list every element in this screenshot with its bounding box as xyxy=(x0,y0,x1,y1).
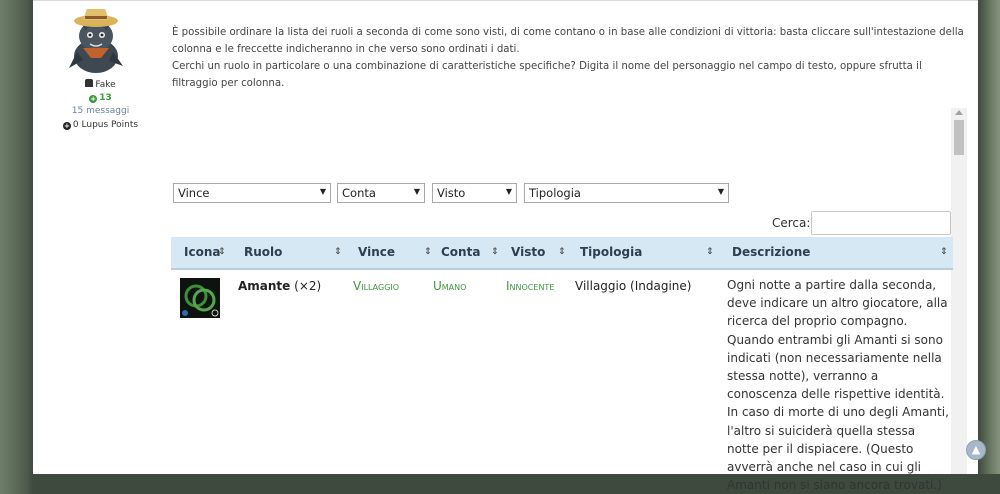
user-profile: Fake +13 15 messaggi +0 Lupus Points xyxy=(33,0,168,474)
column-header-icona[interactable]: Icona xyxy=(184,237,220,268)
intro-paragraph-2: Cerchi un ruolo in particolare o una com… xyxy=(172,61,922,89)
role-name-cell: Amante (×2) xyxy=(238,278,321,295)
sort-icon[interactable]: ⇕ xyxy=(424,237,432,268)
sort-icon[interactable]: ⇕ xyxy=(706,237,714,268)
sort-icon[interactable]: ⇕ xyxy=(558,237,566,268)
caret-down-icon: ▼ xyxy=(717,187,724,196)
column-header-tipologia[interactable]: Tipologia xyxy=(580,237,642,268)
filter-conta-value: Conta xyxy=(342,186,376,200)
table-scrollbar[interactable] xyxy=(951,108,967,474)
visto-cell: Innocente xyxy=(506,279,555,293)
sort-icon[interactable]: ⇕ xyxy=(491,237,499,268)
role-name[interactable]: Amante xyxy=(238,279,290,293)
filter-visto-select[interactable]: Visto ▼ xyxy=(432,183,517,203)
filter-vince-select[interactable]: Vince ▼ xyxy=(173,183,331,203)
intro-text: È possibile ordinare la lista dei ruoli … xyxy=(172,24,967,92)
scroll-top-icon[interactable]: ▲ xyxy=(966,440,986,460)
divider xyxy=(33,0,978,1)
user-name[interactable]: Fake xyxy=(95,80,115,90)
caret-down-icon: ▼ xyxy=(505,187,512,196)
sort-icon[interactable]: ⇕ xyxy=(218,237,226,268)
vince-cell: Villaggio xyxy=(353,279,400,293)
sort-icon[interactable]: ⇕ xyxy=(334,237,342,268)
column-header-ruolo[interactable]: Ruolo xyxy=(244,237,282,268)
column-header-conta[interactable]: Conta xyxy=(441,237,480,268)
reputation-value: 13 xyxy=(99,93,112,103)
scroll-thumb[interactable] xyxy=(954,120,964,155)
table-row: Amante (×2) Villaggio Umano Innocente Vi… xyxy=(171,270,953,492)
filter-tipologia-select[interactable]: Tipologia ▼ xyxy=(524,183,729,203)
sort-icon[interactable]: ⇕ xyxy=(940,237,948,268)
filter-vince-value: Vince xyxy=(178,186,210,200)
table-header: Icona ⇕ Ruolo ⇕ Vince ⇕ Conta ⇕ Visto ⇕ … xyxy=(171,237,953,270)
description-cell: Ogni notte a partire dalla seconda, deve… xyxy=(727,278,949,493)
role-count: (×2) xyxy=(294,279,322,293)
column-header-visto[interactable]: Visto xyxy=(511,237,545,268)
column-header-descrizione[interactable]: Descrizione xyxy=(732,237,810,268)
search-label: Cerca: xyxy=(772,216,811,230)
tipologia-cell: Villaggio (Indagine) xyxy=(575,279,692,293)
user-name-line: Fake xyxy=(33,79,168,90)
user-reputation: +13 xyxy=(33,93,168,103)
plus-circle-icon: + xyxy=(62,122,71,130)
filter-tipologia-value: Tipologia xyxy=(529,186,581,200)
intro-paragraph-1: È possibile ordinare la lista dei ruoli … xyxy=(172,27,964,55)
column-header-vince[interactable]: Vince xyxy=(358,237,395,268)
page-content: Fake +13 15 messaggi +0 Lupus Points È p… xyxy=(33,0,978,492)
avatar[interactable] xyxy=(63,4,129,76)
scroll-up-icon[interactable] xyxy=(955,110,963,115)
role-amante-icon xyxy=(180,278,220,318)
plus-circle-icon: + xyxy=(89,95,98,103)
caret-down-icon: ▼ xyxy=(319,187,326,196)
filter-visto-value: Visto xyxy=(437,186,466,200)
caret-down-icon: ▼ xyxy=(413,187,420,196)
conta-cell: Umano xyxy=(433,279,467,293)
background-right xyxy=(978,0,1000,474)
user-posts[interactable]: 15 messaggi xyxy=(33,106,168,116)
search-input[interactable] xyxy=(811,211,951,235)
lock-icon xyxy=(85,79,94,87)
points-value: 0 Lupus Points xyxy=(72,120,139,130)
filter-conta-select[interactable]: Conta ▼ xyxy=(337,183,425,203)
user-points: +0 Lupus Points xyxy=(33,120,168,130)
